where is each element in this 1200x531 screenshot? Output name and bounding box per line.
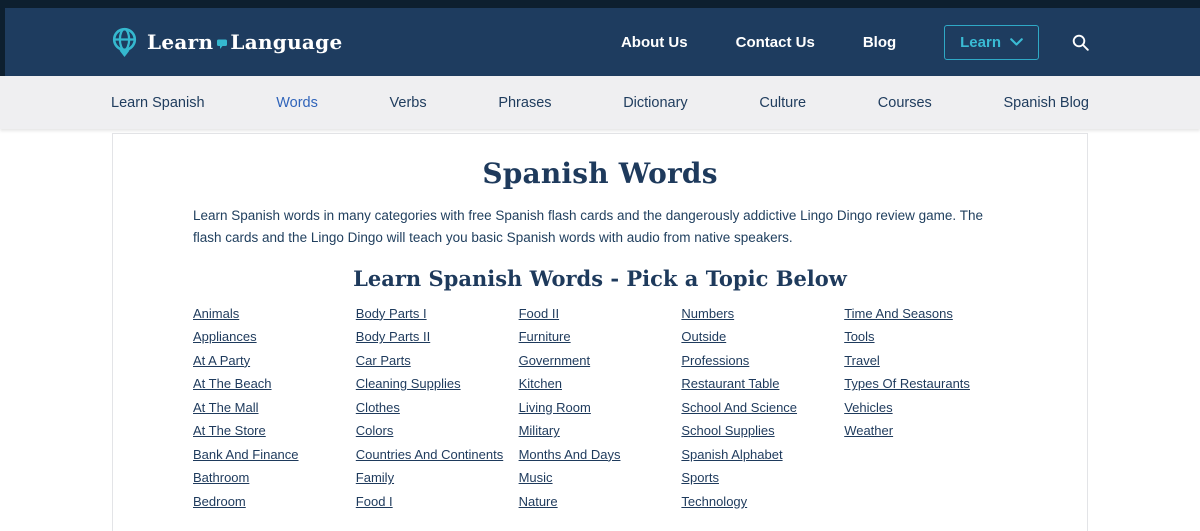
topics-column-1: Animals Appliances At A Party At The Beach A… bbox=[193, 306, 356, 509]
topic-link[interactable]: Government bbox=[519, 353, 591, 368]
topic-link[interactable]: Clothes bbox=[356, 400, 400, 415]
topic-link[interactable]: Tools bbox=[844, 329, 874, 344]
topic-link[interactable]: Bedroom bbox=[193, 494, 246, 509]
topic-link[interactable]: Appliances bbox=[193, 329, 257, 344]
section-nav-link[interactable]: Words bbox=[276, 95, 318, 111]
header-nav-link[interactable]: Blog bbox=[863, 34, 896, 51]
search-icon bbox=[1072, 34, 1089, 51]
topic-link[interactable]: Technology bbox=[681, 494, 747, 509]
topic-link[interactable]: Kitchen bbox=[519, 376, 562, 391]
topic-link[interactable]: Vehicles bbox=[844, 400, 892, 415]
section-nav-link[interactable]: Culture bbox=[759, 95, 806, 111]
section-nav: Learn Spanish Words Verbs Phrases Dictionary… bbox=[0, 76, 1200, 129]
topic-link[interactable]: At A Party bbox=[193, 353, 250, 368]
topic-link[interactable]: At The Mall bbox=[193, 400, 259, 415]
topic-link[interactable]: Nature bbox=[519, 494, 558, 509]
intro-paragraph: Learn Spanish words in many categories w… bbox=[193, 205, 1007, 249]
topic-link[interactable]: Food I bbox=[356, 494, 393, 509]
topic-link[interactable]: School And Science bbox=[681, 400, 797, 415]
content-card: Spanish Words Learn Spanish words in man… bbox=[112, 133, 1088, 531]
topic-link[interactable]: Military bbox=[519, 423, 560, 438]
header-nav-link[interactable]: Contact Us bbox=[736, 34, 815, 51]
section-nav-link[interactable]: Dictionary bbox=[623, 95, 687, 111]
section-nav-link[interactable]: Learn Spanish bbox=[111, 95, 205, 111]
topic-link[interactable]: Food II bbox=[519, 306, 559, 321]
topic-link[interactable]: Outside bbox=[681, 329, 726, 344]
page-title: Spanish Words bbox=[113, 157, 1087, 190]
topics-column-4: Numbers Outside Professions Restaurant Tabl… bbox=[681, 306, 844, 509]
topic-link[interactable]: Travel bbox=[844, 353, 880, 368]
learn-dropdown-label: Learn bbox=[960, 34, 1001, 51]
topic-link[interactable]: Family bbox=[356, 470, 394, 485]
topic-link[interactable]: Months And Days bbox=[519, 447, 621, 462]
site-logo[interactable]: Learn Language bbox=[111, 27, 342, 58]
browser-top-strip bbox=[0, 0, 1200, 8]
topics-column-2: Body Parts I Body Parts II Car Parts Cleani… bbox=[356, 306, 519, 509]
speech-bubble-icon bbox=[217, 39, 227, 50]
topic-link[interactable]: Professions bbox=[681, 353, 749, 368]
section-nav-link[interactable]: Verbs bbox=[390, 95, 427, 111]
logo-text: Learn Language bbox=[147, 30, 342, 54]
header-nav-link[interactable]: About Us bbox=[621, 34, 688, 51]
topic-link[interactable]: Cleaning Supplies bbox=[356, 376, 461, 391]
topic-link[interactable]: Body Parts I bbox=[356, 306, 427, 321]
topic-link[interactable]: Weather bbox=[844, 423, 893, 438]
section-nav-link[interactable]: Phrases bbox=[498, 95, 551, 111]
search-button[interactable] bbox=[1072, 34, 1089, 51]
topic-link[interactable]: Animals bbox=[193, 306, 239, 321]
topic-link[interactable]: Restaurant Table bbox=[681, 376, 779, 391]
section-nav-link[interactable]: Spanish Blog bbox=[1003, 95, 1088, 111]
topics-heading: Learn Spanish Words - Pick a Topic Below bbox=[113, 266, 1087, 291]
topic-link[interactable]: Spanish Alphabet bbox=[681, 447, 782, 462]
site-header: Learn Language About Us Contact Us Blog Le… bbox=[0, 8, 1200, 76]
logo-text-primary: Learn bbox=[147, 30, 213, 54]
topics-column-5: Time And Seasons Tools Travel Types Of Rest… bbox=[844, 306, 1007, 509]
topic-link[interactable]: School Supplies bbox=[681, 423, 774, 438]
learn-dropdown-button[interactable]: Learn bbox=[944, 25, 1039, 60]
topic-link[interactable]: Music bbox=[519, 470, 553, 485]
topic-link[interactable]: Bank And Finance bbox=[193, 447, 299, 462]
header-nav: About Us Contact Us Blog bbox=[621, 34, 896, 51]
topic-link[interactable]: Living Room bbox=[519, 400, 591, 415]
topic-link[interactable]: Time And Seasons bbox=[844, 306, 953, 321]
logo-text-secondary: Language bbox=[230, 30, 342, 54]
topics-column-3: Food II Furniture Government Kitchen Living … bbox=[519, 306, 682, 509]
topic-link[interactable]: Bathroom bbox=[193, 470, 249, 485]
topic-link[interactable]: At The Beach bbox=[193, 376, 272, 391]
topic-link[interactable]: Body Parts II bbox=[356, 329, 430, 344]
chevron-down-icon bbox=[1010, 38, 1023, 46]
topic-link[interactable]: Furniture bbox=[519, 329, 571, 344]
section-nav-link[interactable]: Courses bbox=[878, 95, 932, 111]
topic-link[interactable]: Colors bbox=[356, 423, 394, 438]
topic-link[interactable]: Countries And Continents bbox=[356, 447, 503, 462]
topic-link[interactable]: Types Of Restaurants bbox=[844, 376, 970, 391]
topic-link[interactable]: At The Store bbox=[193, 423, 266, 438]
topic-link[interactable]: Sports bbox=[681, 470, 719, 485]
topic-link[interactable]: Car Parts bbox=[356, 353, 411, 368]
topics-grid: Animals Appliances At A Party At The Beach A… bbox=[193, 306, 1007, 509]
topic-link[interactable]: Numbers bbox=[681, 306, 734, 321]
globe-pin-icon bbox=[111, 27, 138, 58]
